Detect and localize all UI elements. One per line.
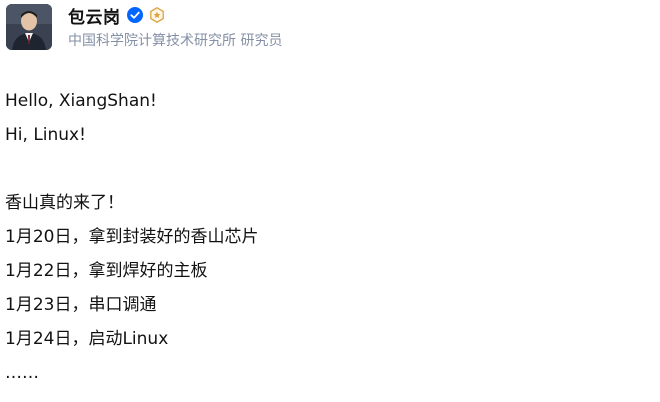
- author-header: 包云岗 中国科学院计算技术研究所 研究员: [6, 4, 282, 52]
- post-content: Hello, XiangShan! Hi, Linux! 香山真的来了！ 1月2…: [5, 84, 258, 390]
- avatar-photo: [6, 4, 52, 50]
- timeline-item: 1月22日，拿到焊好的主板: [5, 261, 208, 281]
- avatar[interactable]: [6, 4, 52, 50]
- verified-icon[interactable]: [126, 7, 143, 23]
- author-name-row: 包云岗: [68, 3, 282, 28]
- post-card: 包云岗 中国科学院计算技术研究所 研究员 Hello, XiangShan! H…: [0, 0, 660, 402]
- author-title: 中国科学院计算技术研究所 研究员: [68, 33, 283, 49]
- author-name[interactable]: 包云岗: [68, 3, 121, 28]
- timeline-item: 1月24日，启动Linux: [5, 329, 169, 349]
- headline-line: 香山真的来了！: [5, 193, 124, 213]
- greeting-line: Hi, Linux!: [5, 125, 86, 145]
- ellipsis-line: ……: [5, 363, 39, 383]
- timeline-item: 1月20日，拿到封装好的香山芯片: [5, 227, 259, 247]
- timeline-item: 1月23日，串口调通: [5, 295, 157, 315]
- greeting-line: Hello, XiangShan!: [5, 91, 157, 111]
- honor-badge-icon[interactable]: [149, 7, 165, 23]
- author-info: 包云岗 中国科学院计算技术研究所 研究员: [68, 4, 282, 50]
